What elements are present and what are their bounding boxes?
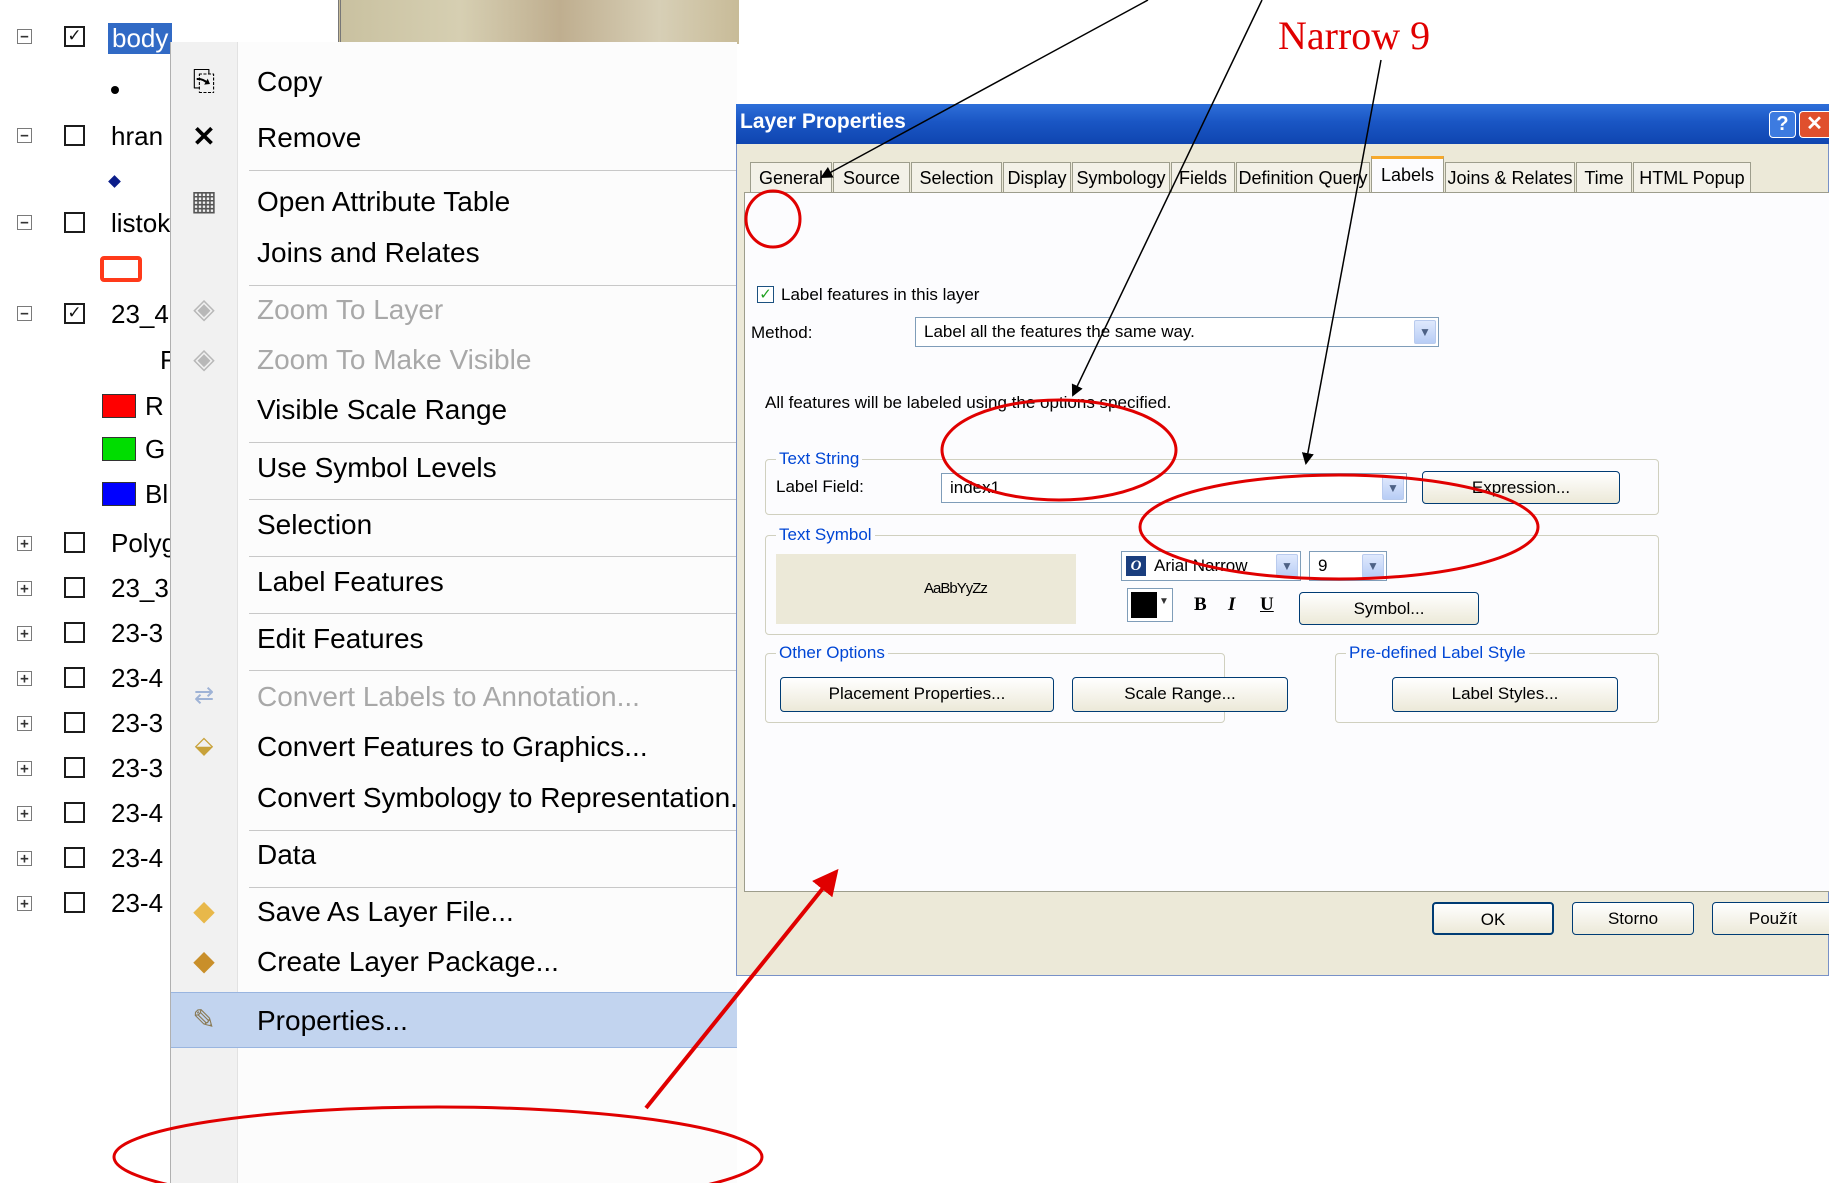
label-field-highlight-ellipse [940, 398, 1178, 502]
properties-highlight-ellipse [112, 1105, 764, 1183]
arrow-to-font [1301, 59, 1382, 465]
font-highlight-ellipse [1138, 473, 1540, 581]
arrow-properties-to-dialog [644, 868, 839, 1110]
arrow-to-label-field [1071, 0, 1263, 397]
checkbox-highlight-ellipse [744, 189, 802, 249]
arrow-to-checkbox [820, 0, 1149, 178]
annotation-overlay [112, 0, 1540, 1183]
